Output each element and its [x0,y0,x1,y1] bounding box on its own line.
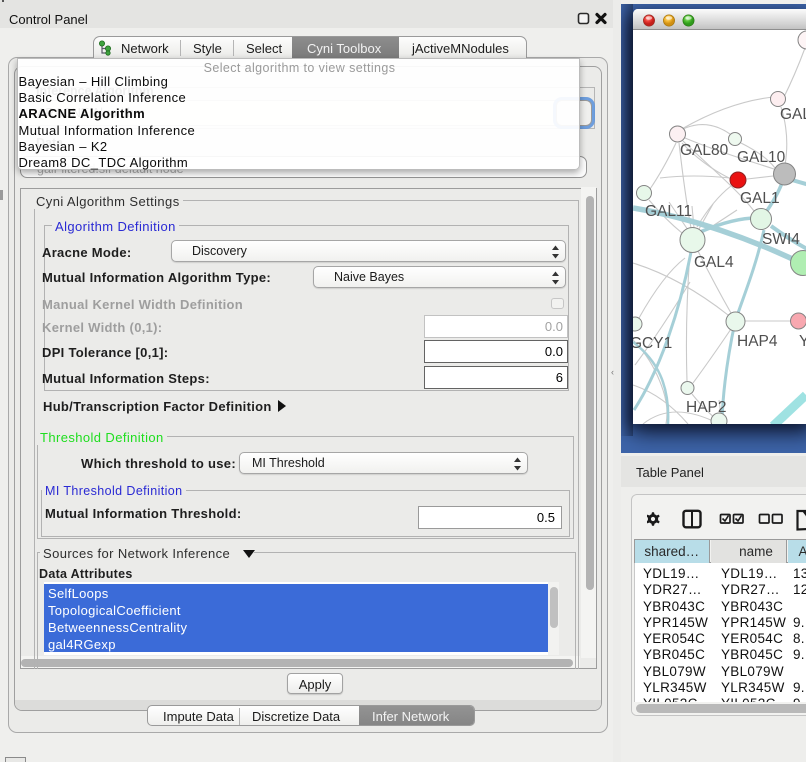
svg-text:YL: YL [799,333,806,350]
svg-text:GAL11: GAL11 [645,203,692,220]
svg-text:GCY1: GCY1 [633,335,672,352]
svg-text:GAL10: GAL10 [737,149,786,166]
svg-text:GAL4: GAL4 [694,254,734,271]
svg-text:HAP4: HAP4 [737,333,778,350]
svg-text:SWI4: SWI4 [762,231,800,248]
svg-text:HAP2: HAP2 [686,399,727,416]
svg-text:GAL80: GAL80 [680,142,729,159]
svg-text:GAL1: GAL1 [740,190,780,207]
svg-text:GAL: GAL [780,106,806,123]
